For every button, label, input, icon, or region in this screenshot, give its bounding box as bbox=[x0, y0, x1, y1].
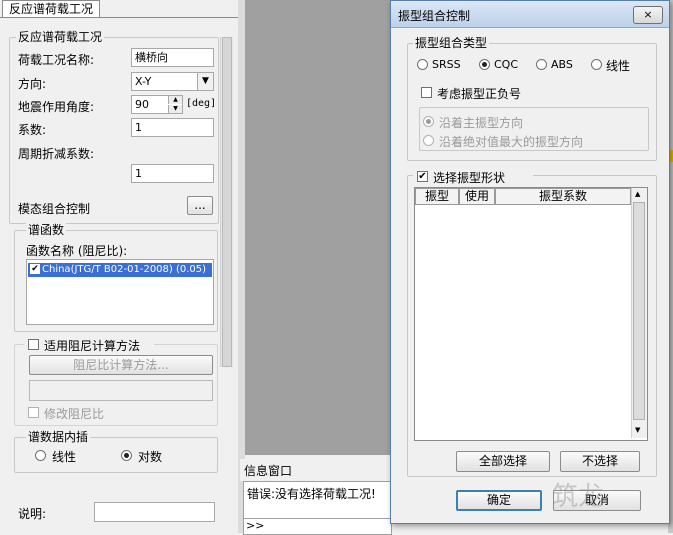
direction-select[interactable]: X-Y ▼ bbox=[131, 72, 214, 91]
angle-label: 地震作用角度: bbox=[18, 100, 95, 114]
radio-srss[interactable] bbox=[417, 59, 428, 70]
coefficient-label: 系数: bbox=[18, 123, 47, 137]
info-window-header: 信息窗口 bbox=[240, 459, 390, 481]
info-window-title: 信息窗口 bbox=[244, 464, 293, 478]
direction-value: X-Y bbox=[135, 75, 152, 88]
tab-response-spectrum-load-case[interactable]: 反应谱荷载工况 bbox=[2, 0, 101, 18]
angle-input[interactable]: 90 ▲ ▼ bbox=[131, 95, 183, 114]
mode-table[interactable]: 振型 使用 振型系数 ▲ ▼ bbox=[414, 187, 648, 441]
command-prompt: >> bbox=[246, 519, 265, 532]
combo-type-group-title: 振型组合类型 bbox=[413, 36, 490, 50]
info-error-message: 错误:没有选择荷载工况! bbox=[247, 487, 376, 501]
damping-calc-method-button[interactable]: 阻尼比计算方法... bbox=[29, 355, 213, 375]
dir-abs-radio[interactable] bbox=[423, 135, 434, 146]
modify-damping-label: 修改阻尼比 bbox=[44, 407, 105, 421]
spectrum-group-title: 谱函数 bbox=[26, 223, 67, 237]
dialog-titlebar[interactable]: 振型组合控制 × bbox=[391, 1, 669, 28]
modal-combination-button[interactable]: ... bbox=[187, 196, 213, 215]
tab-divider bbox=[0, 17, 238, 18]
spectrum-function-list[interactable]: ✔ China(JTG/T B02-01-2008) (0.05) bbox=[26, 259, 214, 325]
info-window-body: 错误:没有选择荷载工况! bbox=[243, 481, 392, 519]
modal-combination-label: 模态组合控制 bbox=[18, 202, 91, 216]
dir-main-radio[interactable] bbox=[423, 116, 434, 127]
angle-value: 90 bbox=[135, 98, 149, 111]
description-label: 说明: bbox=[18, 507, 47, 521]
list-item[interactable]: ✔ China(JTG/T B02-01-2008) (0.05) bbox=[28, 263, 212, 277]
radio-cqc-label: CQC bbox=[494, 58, 519, 71]
angle-unit: [deg] bbox=[186, 98, 217, 109]
function-name-label: 函数名称 (阻尼比): bbox=[26, 244, 128, 258]
damping-ratio-field[interactable] bbox=[29, 380, 213, 401]
load-case-name-label: 荷载工况名称: bbox=[18, 53, 95, 67]
select-mode-shape-checkbox[interactable]: ✔ bbox=[417, 171, 428, 182]
dir-main-label: 沿着主振型方向 bbox=[439, 116, 524, 130]
dir-abs-label: 沿着绝对值最大的振型方向 bbox=[439, 135, 584, 149]
radio-cqc[interactable] bbox=[479, 59, 490, 70]
sign-checkbox-label: 考虑振型正负号 bbox=[437, 87, 522, 101]
chevron-down-icon[interactable]: ▼ bbox=[197, 73, 213, 90]
radio-linear[interactable] bbox=[591, 59, 602, 70]
close-icon[interactable]: × bbox=[633, 6, 663, 24]
checkmark-icon[interactable]: ✔ bbox=[30, 264, 40, 274]
scroll-down-icon[interactable]: ▼ bbox=[635, 426, 640, 434]
spectrum-function-name: China(JTG/T B02-01-2008) (0.05) bbox=[42, 264, 207, 275]
damping-method-label: 适用阻尼计算方法 bbox=[44, 339, 141, 353]
deselect-button[interactable]: 不选择 bbox=[560, 451, 640, 472]
modal-combination-dialog: 振型组合控制 × 振型组合类型 SRSS CQC ABS 线性 考虑振型正负号 … bbox=[390, 0, 670, 524]
panel-scrollbar-thumb[interactable] bbox=[222, 37, 232, 367]
radio-abs[interactable] bbox=[536, 59, 547, 70]
col-use-header[interactable]: 使用 bbox=[459, 188, 495, 205]
col-coef-header[interactable]: 振型系数 bbox=[495, 188, 631, 205]
dialog-title: 振型组合控制 bbox=[398, 9, 471, 23]
radio-linear-label: 线性 bbox=[606, 59, 631, 73]
model-view-area[interactable] bbox=[245, 0, 390, 455]
interp-log-radio[interactable] bbox=[121, 450, 132, 461]
radio-srss-label: SRSS bbox=[432, 58, 461, 71]
mode-table-scrollbar-thumb[interactable] bbox=[633, 202, 645, 420]
sign-checkbox[interactable] bbox=[421, 87, 432, 98]
select-mode-shape-label: 选择振型形状 bbox=[433, 171, 506, 185]
interpolation-group-title: 谱数据内插 bbox=[26, 430, 91, 444]
load-case-panel: 反应谱荷载工况 反应谱荷载工况 荷载工况名称: 横桥向 方向: X-Y ▼ 地震… bbox=[0, 0, 239, 533]
mode-table-scrollbar[interactable]: ▲ ▼ bbox=[631, 188, 647, 438]
watermark-logo: 筑龙 bbox=[552, 482, 605, 512]
load-case-group-title: 反应谱荷载工况 bbox=[16, 30, 105, 44]
radio-abs-label: ABS bbox=[551, 58, 573, 71]
interp-linear-label: 线性 bbox=[52, 450, 77, 464]
col-mode-header[interactable]: 振型 bbox=[415, 188, 459, 205]
command-input[interactable]: >> bbox=[243, 518, 392, 535]
direction-label: 方向: bbox=[18, 77, 47, 91]
panel-scrollbar[interactable] bbox=[220, 37, 233, 367]
damping-method-checkbox[interactable] bbox=[28, 339, 39, 350]
period-input[interactable]: 1 bbox=[131, 164, 214, 183]
spin-down-icon[interactable]: ▼ bbox=[168, 105, 182, 113]
load-case-name-input[interactable]: 横桥向 bbox=[131, 48, 214, 67]
splitter[interactable] bbox=[238, 0, 245, 533]
select-all-button[interactable]: 全部选择 bbox=[456, 451, 550, 472]
spin-up-icon[interactable]: ▲ bbox=[168, 96, 182, 104]
interp-linear-radio[interactable] bbox=[35, 450, 46, 461]
ok-button[interactable]: 确定 bbox=[456, 490, 542, 511]
period-label: 周期折减系数: bbox=[18, 147, 95, 161]
coefficient-input[interactable]: 1 bbox=[131, 118, 214, 137]
modify-damping-checkbox[interactable] bbox=[28, 407, 39, 418]
description-input[interactable] bbox=[94, 502, 215, 522]
scroll-up-icon[interactable]: ▲ bbox=[635, 190, 640, 198]
interp-log-label: 对数 bbox=[138, 450, 163, 464]
